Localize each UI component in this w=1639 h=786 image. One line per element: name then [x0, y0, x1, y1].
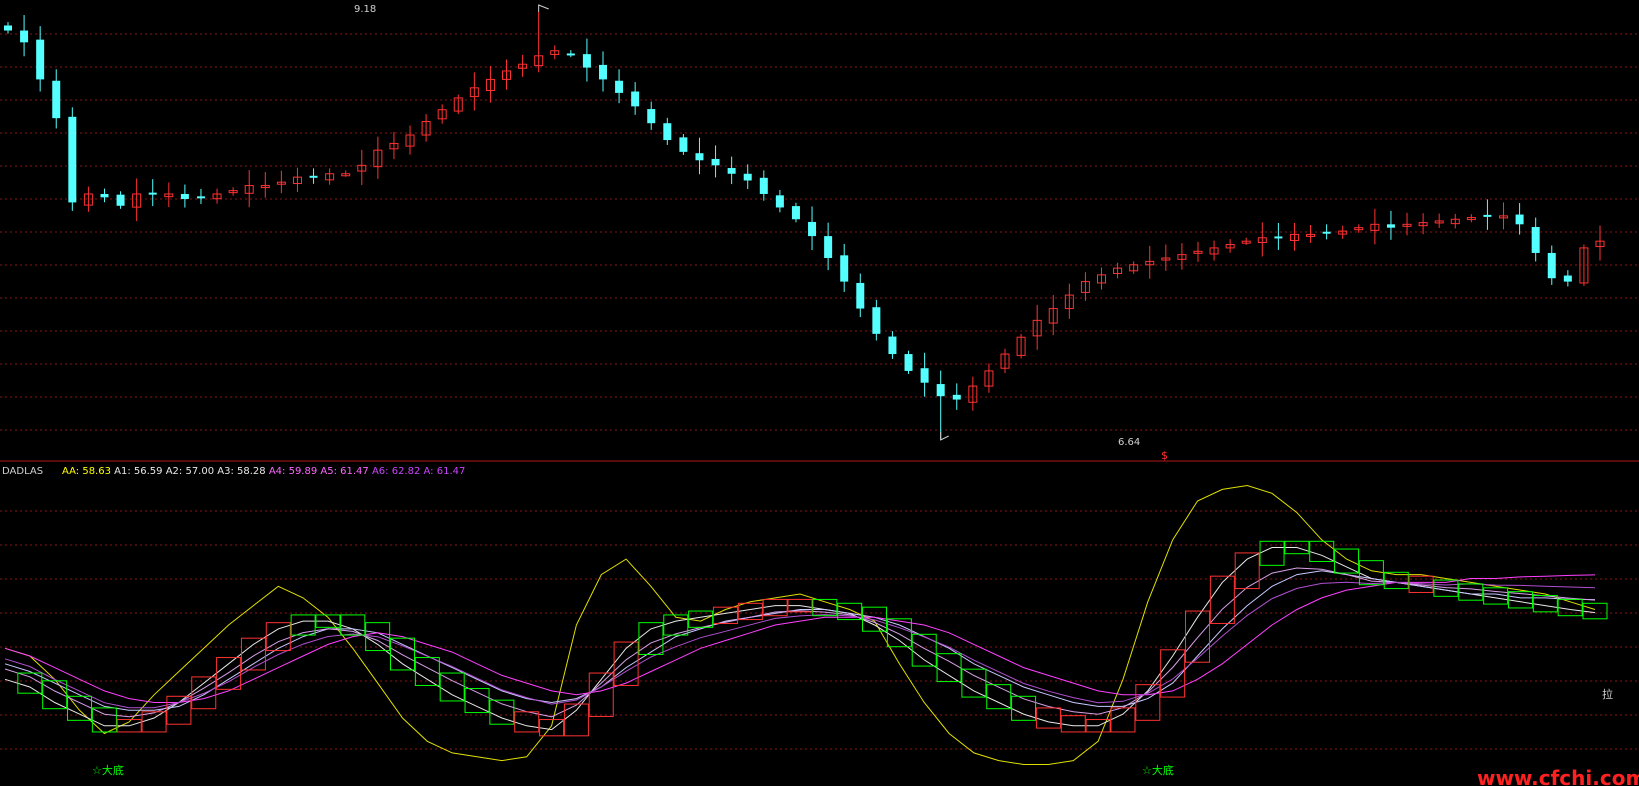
indicator-line-aa [4, 484, 1596, 765]
candle-body-down [1563, 275, 1572, 282]
indicator-values: AA: 58.63 A1: 56.59 A2: 57.00 A3: 58.28 … [62, 466, 465, 477]
step-box-down [439, 672, 465, 702]
low-callout-line [940, 432, 949, 441]
bottom-signal-label-2: ☆大底 [1142, 763, 1174, 777]
candle-body-down [791, 206, 800, 220]
candle-body-down [743, 173, 752, 181]
candle-body-down [100, 193, 109, 198]
candle-body-down [20, 30, 29, 43]
candle-body-down [647, 109, 656, 124]
step-box-up [166, 695, 192, 725]
step-box-up [1035, 707, 1061, 729]
indicator-value-a4: A4: 59.89 [269, 466, 321, 477]
step-box-down [961, 668, 987, 698]
step-box-up [1234, 552, 1260, 590]
step-box-down [886, 618, 912, 648]
candle-body-down [582, 54, 591, 68]
candle-body-down [824, 236, 833, 259]
indicator-value-a5: A5: 61.47 [320, 466, 372, 477]
indicator-lines [4, 484, 1596, 765]
candle-body-down [952, 394, 961, 400]
candle-body-down [309, 175, 318, 178]
candle-body-down [872, 307, 881, 334]
bottom-signal-label-1: ☆大底 [92, 763, 124, 777]
indicator-value-a1: A1: 56.59 [114, 466, 166, 477]
candle-body-down [1274, 236, 1283, 239]
grid-lines [0, 33, 1639, 750]
step-box-up [1110, 707, 1136, 733]
indicator-name[interactable]: DADLAS [2, 466, 43, 477]
candle-body-down [52, 80, 61, 119]
step-box-up [1185, 610, 1210, 663]
step-box-up [1209, 575, 1235, 624]
step-box-down [986, 684, 1012, 710]
candle-body-down [180, 193, 189, 200]
candle-body-down [1386, 224, 1395, 228]
indicator-line-a3 [4, 570, 1596, 711]
indicator-ribbon-line [4, 581, 1596, 709]
candle-body-down [148, 192, 157, 195]
candle-body-down [1547, 252, 1556, 279]
indicator-value-a2: A2: 57.00 [166, 466, 218, 477]
candle-body-down [759, 177, 768, 194]
step-box-down [936, 653, 962, 683]
candle-body-down [904, 354, 913, 371]
step-box-up [240, 637, 266, 671]
candle-body-down [1515, 214, 1524, 225]
candle-body-down [840, 255, 849, 282]
candle-body-down [727, 168, 736, 174]
candle-body-down [888, 336, 897, 355]
candle-body-down [695, 153, 704, 161]
candle-body-down [679, 137, 688, 152]
candle-body-down [936, 384, 945, 397]
indicator-value-a3: A3: 58.28 [217, 466, 269, 477]
candle-body-down [196, 196, 205, 199]
indicator-ribbon-line [4, 567, 1596, 718]
indicator-value-a: A: 61.47 [424, 466, 466, 477]
candle-body-down [598, 64, 607, 80]
step-box-down [1309, 540, 1335, 562]
candle-body-down [1531, 227, 1540, 253]
high-price-label: 9.18 [354, 4, 376, 15]
candle-body-down [566, 53, 575, 56]
signal-marker: $ [1161, 449, 1168, 462]
step-box-down [91, 707, 117, 733]
step-box-down [17, 672, 43, 694]
candle-body-down [775, 195, 784, 208]
candle-body-down [711, 158, 720, 166]
indicator-value-a6: A6: 62.82 [372, 466, 424, 477]
candle-body-down [36, 39, 45, 80]
step-box-down [290, 614, 316, 636]
low-price-label: 6.64 [1118, 437, 1140, 448]
candle-body-down [663, 123, 672, 141]
candle-body-down [1322, 231, 1331, 234]
step-box-up [1060, 715, 1086, 733]
chart-canvas: 9.18 6.64 $ DADLAS AA: 58.63 A1: 56.59 A… [0, 4, 1639, 786]
step-box-up [539, 719, 565, 737]
step-box-down [862, 606, 888, 632]
indicator-value-aa: AA: 58.63 [62, 466, 114, 477]
step-box-down [638, 622, 664, 655]
candle-body-down [1483, 214, 1492, 217]
watermark: www.cfchi.com [1477, 766, 1639, 786]
step-box-down [911, 633, 937, 667]
side-label: 拉 [1602, 687, 1613, 701]
step-box-down [340, 614, 366, 636]
candle-body-down [116, 194, 125, 206]
candle-body-down [631, 91, 640, 107]
step-box-down [1458, 583, 1484, 601]
candle-body-down [68, 116, 77, 203]
candle-body-down [920, 368, 929, 383]
candlestick-series [4, 4, 1605, 441]
candle-body-down [615, 80, 624, 93]
candle-body-down [4, 25, 12, 31]
indicator-boxes [17, 540, 1608, 737]
candle-body-down [856, 282, 865, 309]
high-callout-line [538, 4, 549, 12]
candle-body-down [808, 221, 817, 237]
